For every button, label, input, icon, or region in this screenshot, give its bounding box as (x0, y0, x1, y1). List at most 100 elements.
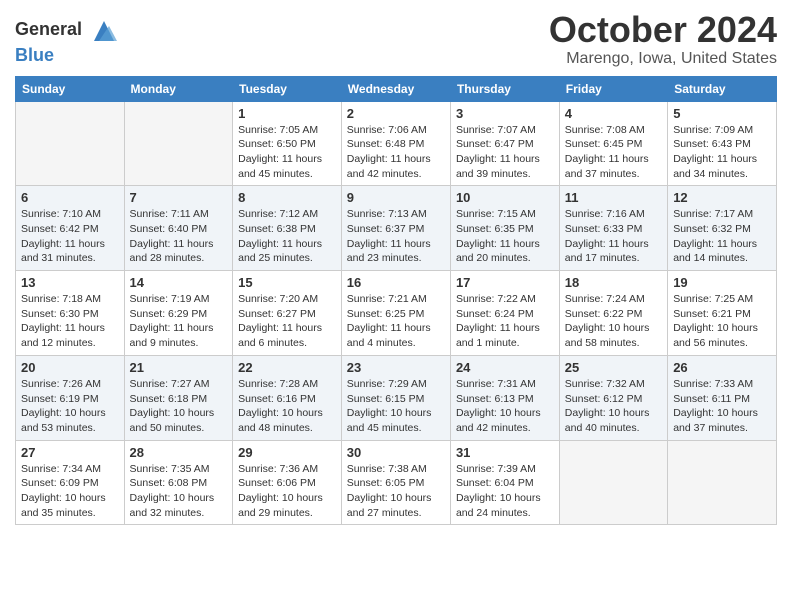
day-info: Sunrise: 7:26 AMSunset: 6:19 PMDaylight:… (21, 377, 119, 436)
day-number: 31 (456, 445, 554, 460)
table-row: 8Sunrise: 7:12 AMSunset: 6:38 PMDaylight… (233, 186, 342, 271)
day-number: 11 (565, 190, 662, 205)
day-info: Sunrise: 7:38 AMSunset: 6:05 PMDaylight:… (347, 462, 445, 521)
day-number: 24 (456, 360, 554, 375)
logo-icon (89, 16, 119, 46)
day-info: Sunrise: 7:13 AMSunset: 6:37 PMDaylight:… (347, 207, 445, 266)
table-row (559, 440, 667, 525)
day-number: 19 (673, 275, 771, 290)
table-row: 28Sunrise: 7:35 AMSunset: 6:08 PMDayligh… (124, 440, 233, 525)
day-info: Sunrise: 7:15 AMSunset: 6:35 PMDaylight:… (456, 207, 554, 266)
day-info: Sunrise: 7:21 AMSunset: 6:25 PMDaylight:… (347, 292, 445, 351)
day-number: 9 (347, 190, 445, 205)
day-info: Sunrise: 7:29 AMSunset: 6:15 PMDaylight:… (347, 377, 445, 436)
header-thursday: Thursday (450, 76, 559, 101)
day-number: 5 (673, 106, 771, 121)
table-row (124, 101, 233, 186)
table-row: 18Sunrise: 7:24 AMSunset: 6:22 PMDayligh… (559, 271, 667, 356)
table-row: 20 Sunrise: 7:26 AMSunset: 6:19 PMDayligh… (16, 355, 125, 440)
logo-blue: Blue (15, 46, 119, 66)
table-row: 31 Sunrise: 7:39 AMSunset: 6:04 PMDayligh… (450, 440, 559, 525)
table-row: 26 Sunrise: 7:33 AMSunset: 6:11 PMDayligh… (668, 355, 777, 440)
table-row: 11 Sunrise: 7:16 AMSunset: 6:33 PMDayligh… (559, 186, 667, 271)
calendar-week-row: 20 Sunrise: 7:26 AMSunset: 6:19 PMDayligh… (16, 355, 777, 440)
day-number: 30 (347, 445, 445, 460)
header-friday: Friday (559, 76, 667, 101)
day-info: Sunrise: 7:11 AMSunset: 6:40 PMDaylight:… (130, 207, 228, 266)
header-sunday: Sunday (16, 76, 125, 101)
day-number: 2 (347, 106, 445, 121)
day-info: Sunrise: 7:22 AMSunset: 6:24 PMDaylight:… (456, 292, 554, 351)
table-row: 30 Sunrise: 7:38 AMSunset: 6:05 PMDayligh… (341, 440, 450, 525)
header-saturday: Saturday (668, 76, 777, 101)
day-number: 20 (21, 360, 119, 375)
table-row: 19Sunrise: 7:25 AMSunset: 6:21 PMDayligh… (668, 271, 777, 356)
day-info: Sunrise: 7:16 AMSunset: 6:33 PMDaylight:… (565, 207, 662, 266)
day-number: 23 (347, 360, 445, 375)
day-info: Sunrise: 7:18 AMSunset: 6:30 PMDaylight:… (21, 292, 119, 351)
day-number: 3 (456, 106, 554, 121)
day-info: Sunrise: 7:17 AMSunset: 6:32 PMDaylight:… (673, 207, 771, 266)
day-info: Sunrise: 7:35 AMSunset: 6:08 PMDaylight:… (130, 462, 228, 521)
logo-general: General (15, 16, 119, 46)
table-row: 1 Sunrise: 7:05 AMSunset: 6:50 PMDaylight… (233, 101, 342, 186)
day-info: Sunrise: 7:20 AMSunset: 6:27 PMDaylight:… (238, 292, 336, 351)
day-info: Sunrise: 7:27 AMSunset: 6:18 PMDaylight:… (130, 377, 228, 436)
day-number: 1 (238, 106, 336, 121)
day-number: 26 (673, 360, 771, 375)
table-row: 10 Sunrise: 7:15 AMSunset: 6:35 PMDayligh… (450, 186, 559, 271)
month-title: October 2024 (549, 10, 777, 50)
day-info: Sunrise: 7:08 AMSunset: 6:45 PMDaylight:… (565, 123, 662, 182)
title-area: October 2024 Marengo, Iowa, United State… (549, 10, 777, 68)
day-info: Sunrise: 7:34 AMSunset: 6:09 PMDaylight:… (21, 462, 119, 521)
day-info: Sunrise: 7:32 AMSunset: 6:12 PMDaylight:… (565, 377, 662, 436)
day-number: 13 (21, 275, 119, 290)
header-wednesday: Wednesday (341, 76, 450, 101)
calendar-week-row: 6 Sunrise: 7:10 AMSunset: 6:42 PMDaylight… (16, 186, 777, 271)
day-number: 29 (238, 445, 336, 460)
day-number: 10 (456, 190, 554, 205)
day-info: Sunrise: 7:06 AMSunset: 6:48 PMDaylight:… (347, 123, 445, 182)
calendar-header-row: Sunday Monday Tuesday Wednesday Thursday… (16, 76, 777, 101)
header-monday: Monday (124, 76, 233, 101)
day-number: 14 (130, 275, 228, 290)
table-row: 27 Sunrise: 7:34 AMSunset: 6:09 PMDayligh… (16, 440, 125, 525)
day-info: Sunrise: 7:10 AMSunset: 6:42 PMDaylight:… (21, 207, 119, 266)
location-title: Marengo, Iowa, United States (549, 50, 777, 68)
day-info: Sunrise: 7:39 AMSunset: 6:04 PMDaylight:… (456, 462, 554, 521)
table-row: 9 Sunrise: 7:13 AMSunset: 6:37 PMDaylight… (341, 186, 450, 271)
table-row: 21 Sunrise: 7:27 AMSunset: 6:18 PMDayligh… (124, 355, 233, 440)
table-row (668, 440, 777, 525)
table-row: 14 Sunrise: 7:19 AMSunset: 6:29 PMDayligh… (124, 271, 233, 356)
day-number: 12 (673, 190, 771, 205)
day-info: Sunrise: 7:12 AMSunset: 6:38 PMDaylight:… (238, 207, 336, 266)
table-row: 15Sunrise: 7:20 AMSunset: 6:27 PMDayligh… (233, 271, 342, 356)
day-number: 17 (456, 275, 554, 290)
day-number: 22 (238, 360, 336, 375)
day-info: Sunrise: 7:33 AMSunset: 6:11 PMDaylight:… (673, 377, 771, 436)
day-info: Sunrise: 7:31 AMSunset: 6:13 PMDaylight:… (456, 377, 554, 436)
table-row: 3 Sunrise: 7:07 AMSunset: 6:47 PMDaylight… (450, 101, 559, 186)
day-number: 27 (21, 445, 119, 460)
table-row: 22Sunrise: 7:28 AMSunset: 6:16 PMDayligh… (233, 355, 342, 440)
day-info: Sunrise: 7:09 AMSunset: 6:43 PMDaylight:… (673, 123, 771, 182)
day-info: Sunrise: 7:07 AMSunset: 6:47 PMDaylight:… (456, 123, 554, 182)
day-number: 6 (21, 190, 119, 205)
table-row: 23 Sunrise: 7:29 AMSunset: 6:15 PMDayligh… (341, 355, 450, 440)
header: General Blue October 2024 Marengo, Iowa,… (15, 10, 777, 68)
day-number: 25 (565, 360, 662, 375)
table-row: 12 Sunrise: 7:17 AMSunset: 6:32 PMDayligh… (668, 186, 777, 271)
day-number: 18 (565, 275, 662, 290)
table-row: 13 Sunrise: 7:18 AMSunset: 6:30 PMDayligh… (16, 271, 125, 356)
day-number: 4 (565, 106, 662, 121)
table-row: 6 Sunrise: 7:10 AMSunset: 6:42 PMDaylight… (16, 186, 125, 271)
calendar-week-row: 13 Sunrise: 7:18 AMSunset: 6:30 PMDayligh… (16, 271, 777, 356)
table-row: 4 Sunrise: 7:08 AMSunset: 6:45 PMDaylight… (559, 101, 667, 186)
day-number: 21 (130, 360, 228, 375)
calendar-week-row: 1 Sunrise: 7:05 AMSunset: 6:50 PMDaylight… (16, 101, 777, 186)
day-info: Sunrise: 7:05 AMSunset: 6:50 PMDaylight:… (238, 123, 336, 182)
calendar: Sunday Monday Tuesday Wednesday Thursday… (15, 76, 777, 526)
day-info: Sunrise: 7:19 AMSunset: 6:29 PMDaylight:… (130, 292, 228, 351)
day-info: Sunrise: 7:36 AMSunset: 6:06 PMDaylight:… (238, 462, 336, 521)
table-row (16, 101, 125, 186)
